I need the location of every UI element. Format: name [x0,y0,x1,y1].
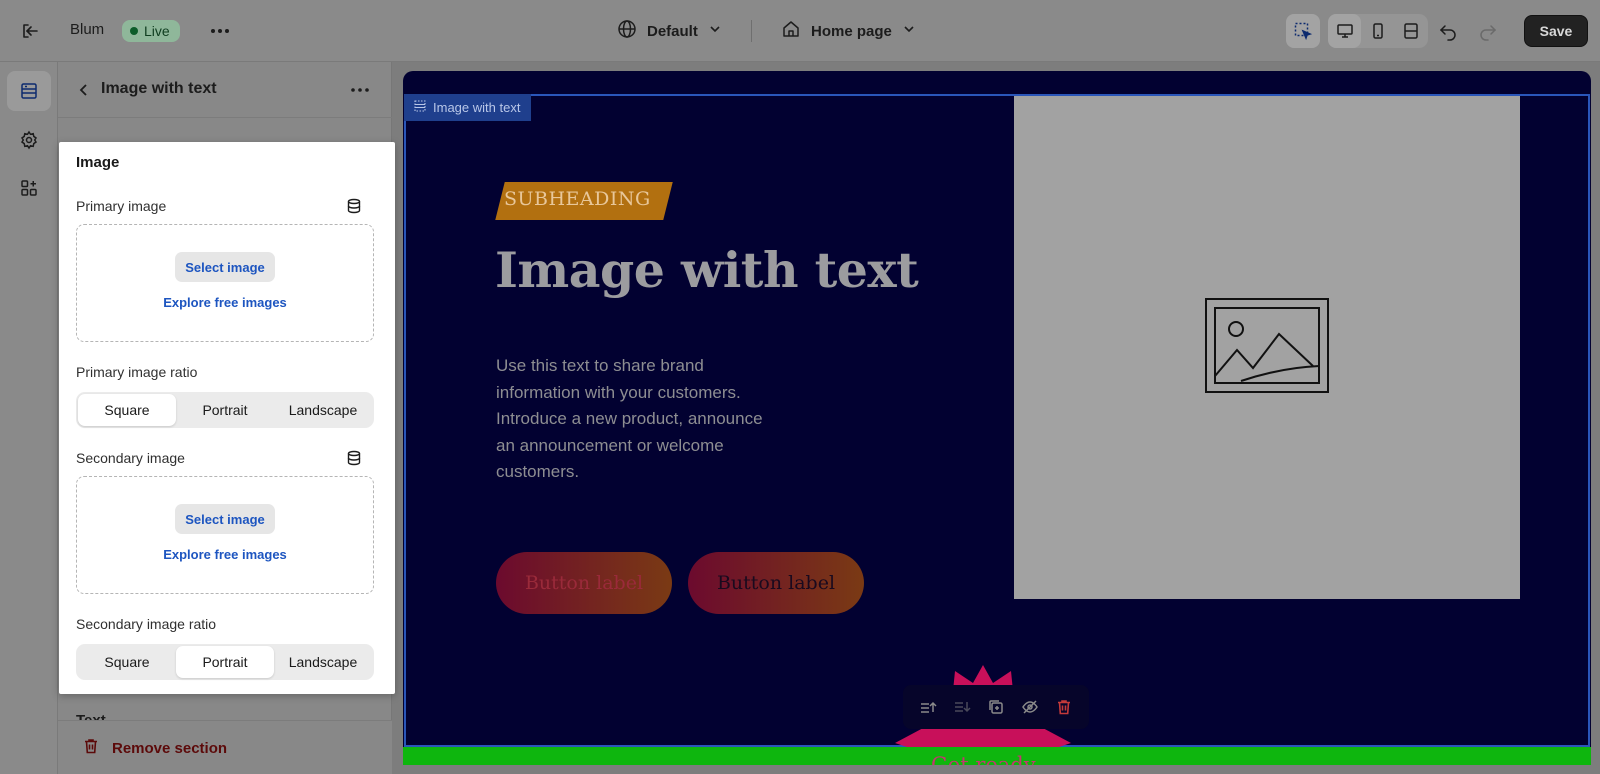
store-preview: Image with text SUBHEADING Image with te… [403,71,1591,765]
redo-icon[interactable] [1476,19,1500,43]
theme-selector[interactable]: Default [617,19,722,43]
theme-name: Blum [70,21,105,38]
theme-selector-label: Default [647,22,698,40]
divider [751,20,752,42]
live-status-badge: Live [122,20,180,42]
preview-body-text[interactable]: Use this text to share brand information… [496,353,786,486]
mobile-icon[interactable] [1361,14,1394,48]
delete-trash-icon[interactable] [1052,695,1076,719]
primary-image-label: Primary image [76,198,167,214]
section-floating-toolbar [903,685,1089,729]
undo-icon[interactable] [1436,19,1460,43]
section-tag[interactable]: Image with text [404,94,532,121]
move-up-icon[interactable] [916,695,940,719]
inspector-toggle [1286,14,1320,48]
page-selector[interactable]: Home page [781,19,916,43]
trash-icon [82,737,100,759]
section-tag-label: Image with text [433,100,521,115]
dynamic-source-icon[interactable] [345,449,363,467]
move-down-icon[interactable] [950,695,974,719]
more-actions-icon[interactable] [348,78,372,102]
more-actions-icon[interactable] [208,20,232,42]
preview-button-1[interactable]: Button label [496,552,672,614]
secondary-image-picker[interactable]: Select image Explore free images [76,476,374,594]
top-bar: Blum Live Default Home page Save [0,0,1600,62]
panel-title: Image with text [101,80,217,97]
card-title: Image [76,154,120,171]
home-icon [781,19,801,43]
primary-ratio-portrait[interactable]: Portrait [176,394,274,426]
primary-image-picker[interactable]: Select image Explore free images [76,224,374,342]
secondary-ratio-square[interactable]: Square [78,646,176,678]
remove-section-button[interactable]: Remove section [82,737,227,759]
exit-icon[interactable] [18,19,42,43]
section-grid-icon [414,100,426,115]
primary-ratio-segmented-control: Square Portrait Landscape [76,392,374,428]
secondary-ratio-portrait[interactable]: Portrait [176,646,274,678]
viewport-switcher [1328,14,1428,48]
secondary-image-label: Secondary image [76,450,185,466]
subheading-text[interactable]: SUBHEADING [504,188,651,210]
panel-header: Image with text [58,62,392,118]
chevron-down-icon [708,22,722,40]
preview-button-2[interactable]: Button label [688,552,864,614]
secondary-ratio-landscape[interactable]: Landscape [274,646,372,678]
primary-select-image-button[interactable]: Select image [175,252,275,282]
left-rail [0,62,58,774]
primary-ratio-label: Primary image ratio [76,364,198,380]
live-dot-icon [130,27,138,35]
desktop-icon[interactable] [1328,14,1362,48]
live-status-label: Live [144,23,170,39]
select-cursor-icon[interactable] [1286,14,1320,48]
remove-section-label: Remove section [112,739,228,757]
globe-icon [617,19,637,43]
primary-ratio-landscape[interactable]: Landscape [274,394,372,426]
panel-footer: Remove section [58,720,392,774]
save-button[interactable]: Save [1524,15,1588,47]
preview-heading[interactable]: Image with text [495,241,919,299]
dynamic-source-icon[interactable] [345,197,363,215]
back-chevron-icon[interactable] [72,78,96,102]
fullscreen-icon[interactable] [1395,14,1428,48]
next-section-text: Get ready [931,753,1036,765]
secondary-ratio-label: Secondary image ratio [76,616,217,632]
sections-icon[interactable] [7,71,51,111]
secondary-explore-images-link[interactable]: Explore free images [77,547,373,562]
chevron-down-icon [902,22,916,40]
settings-gear-icon[interactable] [7,120,51,160]
image-settings-card: Image Primary image Select image Explore… [59,142,395,694]
duplicate-icon[interactable] [984,695,1008,719]
primary-explore-images-link[interactable]: Explore free images [77,295,373,310]
apps-icon[interactable] [7,168,51,208]
page-selector-label: Home page [811,22,892,40]
primary-ratio-square[interactable]: Square [78,394,176,426]
secondary-ratio-segmented-control: Square Portrait Landscape [76,644,374,680]
secondary-select-image-button[interactable]: Select image [175,504,275,534]
hide-eye-icon[interactable] [1018,695,1042,719]
